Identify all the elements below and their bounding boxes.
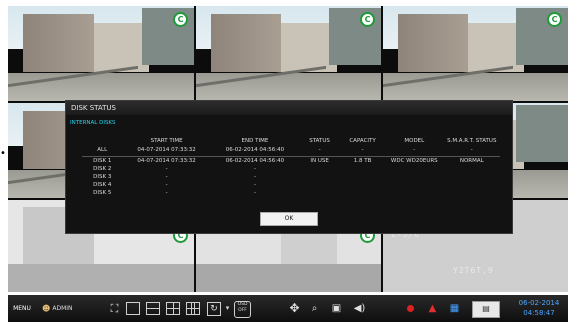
smart-cell: NORMAL	[459, 158, 484, 164]
record-icon[interactable]	[404, 302, 417, 315]
model-cell	[385, 165, 443, 173]
row-label: DISK 2	[93, 166, 112, 172]
smart-cell: -	[443, 146, 500, 157]
record-status-icon: C	[173, 12, 188, 27]
row-label: DISK 4	[93, 182, 112, 188]
col-header: END TIME	[241, 137, 269, 144]
user-icon: ☻	[42, 304, 51, 313]
table-row: DISK 4 - -	[82, 181, 500, 189]
camera-grid: C C C C C 2-3/6 Y2T6T,9 DISK STATUS INTE…	[8, 6, 568, 292]
capacity-cell: -	[340, 146, 386, 157]
col-header	[82, 135, 122, 146]
col-header: MODEL	[404, 137, 425, 144]
status-cell	[299, 189, 340, 197]
menu-button[interactable]: MENU	[10, 295, 34, 322]
model-cell: WDC WD20EURS	[390, 158, 438, 164]
camera-tile-1[interactable]: C	[8, 6, 194, 101]
monitor-icon[interactable]: ▤	[472, 301, 500, 318]
layout-single-icon[interactable]	[126, 302, 140, 315]
network-icon[interactable]: ▦	[448, 302, 461, 315]
osd-toggle-button[interactable]: OSD OFF	[234, 301, 251, 318]
model-cell	[385, 173, 443, 181]
smart-cell	[444, 165, 500, 173]
row-label: ALL	[82, 146, 123, 157]
user-label: ADMIN	[52, 305, 73, 312]
alarm-icon[interactable]: ▲	[426, 302, 439, 315]
fullscreen-icon[interactable]: ⛶	[108, 302, 121, 315]
status-cell: IN USE	[310, 158, 329, 164]
end-time-cell: 06-02-2014 04:56:40	[210, 146, 300, 157]
capacity-cell	[340, 165, 385, 173]
table-row: DISK 3 - -	[82, 173, 500, 181]
start-time-cell: 04-07-2014 07:33:32	[137, 158, 196, 164]
smart-cell	[444, 189, 500, 197]
col-header: CAPACITY	[349, 137, 376, 144]
audio-icon[interactable]: ◀)	[353, 302, 366, 315]
status-cell	[299, 181, 340, 189]
layout-nine-icon[interactable]	[186, 302, 200, 315]
freeze-icon[interactable]: ▣	[330, 302, 343, 315]
capacity-cell	[340, 189, 385, 197]
chevron-down-icon[interactable]: ▾	[221, 302, 234, 315]
table-row: DISK 5 - -	[82, 189, 500, 197]
capacity-cell: 1.8 TB	[353, 158, 372, 164]
capacity-cell	[340, 173, 385, 181]
layout-split-icon[interactable]	[146, 302, 160, 315]
taskbar: MENU ☻ ADMIN ⛶ ↻ ▾ OSD OFF ✥ ⌕ ▣ ◀) ▲ ▦ …	[8, 295, 568, 322]
start-time-cell: 04-07-2014 07:33:32	[122, 146, 211, 157]
record-status-icon: C	[360, 12, 375, 27]
clock-date: 06-02-2014	[518, 299, 560, 307]
capacity-cell	[340, 181, 385, 189]
model-cell	[385, 181, 443, 189]
status-cell: -	[299, 146, 341, 157]
disk-table: START TIME END TIME STATUS CAPACITY MODE…	[82, 135, 500, 197]
end-time-cell: -	[253, 190, 256, 196]
layout-quad-icon[interactable]	[166, 302, 180, 315]
table-row: DISK 1 04-07-2014 07:33:32 06-02-2014 04…	[82, 157, 500, 166]
col-header: START TIME	[150, 137, 183, 144]
col-header: S.M.A.R.T. STATUS	[447, 137, 497, 144]
ok-button[interactable]: OK	[260, 212, 318, 226]
table-row: ALL 04-07-2014 07:33:32 06-02-2014 04:56…	[82, 146, 500, 157]
table-row: DISK 2 - -	[82, 165, 500, 173]
record-status-icon: C	[547, 12, 562, 27]
end-time-cell: -	[253, 182, 256, 188]
col-header: STATUS	[309, 137, 330, 144]
row-label: DISK 3	[93, 174, 112, 180]
clock: 06-02-2014 04:58:47	[516, 298, 562, 318]
disk-status-dialog: DISK STATUS INTERNAL DISKS START TIME EN…	[65, 100, 513, 234]
row-label: DISK 5	[93, 190, 112, 196]
edge-dot: •	[0, 148, 6, 159]
zoom-icon[interactable]: ⌕	[308, 302, 321, 315]
clock-time: 04:58:47	[523, 309, 555, 317]
camera-label-bottom: Y2T6T,9	[453, 266, 494, 275]
start-time-cell: -	[165, 174, 168, 180]
camera-tile-3[interactable]: C	[383, 6, 568, 101]
row-label: DISK 1	[93, 158, 112, 164]
start-time-cell: -	[165, 166, 168, 172]
smart-cell	[444, 181, 500, 189]
dialog-title: DISK STATUS	[66, 101, 512, 115]
sequence-icon[interactable]: ↻	[207, 302, 221, 316]
end-time-cell: -	[253, 166, 256, 172]
end-time-cell: 06-02-2014 04:56:40	[225, 158, 285, 164]
smart-cell	[444, 173, 500, 181]
start-time-cell: -	[165, 182, 168, 188]
user-indicator[interactable]: ☻ ADMIN	[42, 295, 78, 322]
start-time-cell: -	[165, 190, 168, 196]
ptz-move-icon[interactable]: ✥	[288, 302, 301, 315]
section-label: INTERNAL DISKS	[70, 120, 116, 126]
model-cell	[385, 189, 443, 197]
end-time-cell: -	[253, 174, 256, 180]
model-cell: -	[385, 146, 444, 157]
status-cell	[299, 165, 340, 173]
status-cell	[299, 173, 340, 181]
camera-tile-2[interactable]: C	[196, 6, 381, 101]
